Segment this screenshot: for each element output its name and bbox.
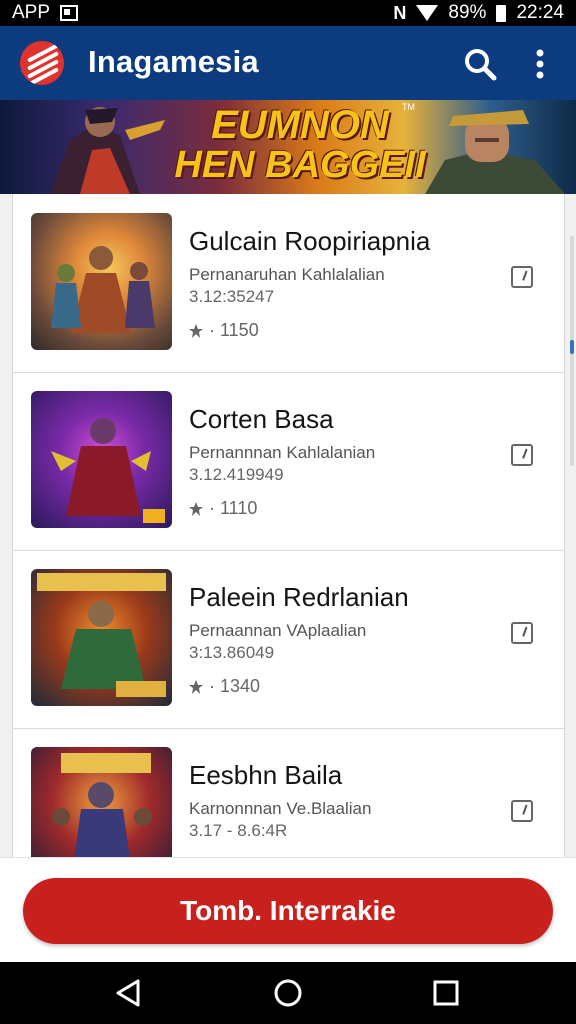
rating-icon: [189, 501, 203, 516]
status-app-label: APP: [12, 2, 51, 23]
list-item[interactable]: Gulcain Roopiriapnia Pernanaruhan Kahlal…: [13, 194, 564, 373]
wifi-icon: [416, 5, 439, 21]
list-item[interactable]: Eesbhn Baila Karnonnnan Ve.Blaalian 3.17…: [13, 728, 564, 857]
game-code: 3:13.86049: [189, 643, 275, 662]
game-code: 3.12.419949: [189, 465, 284, 484]
system-nav-bar: [0, 962, 576, 1024]
status-bar: APP N 89% 22:24: [0, 0, 576, 26]
game-stat-value: · 1150: [209, 320, 259, 340]
app-logo-icon: [20, 41, 64, 85]
game-stat: · 1110: [189, 498, 257, 519]
nav-home-button[interactable]: [270, 975, 306, 1011]
game-title: Eesbhn Baila: [189, 760, 343, 790]
home-icon: [274, 979, 302, 1007]
rating-icon: [189, 679, 203, 694]
game-thumbnail-squad: [31, 747, 172, 857]
game-title: Gulcain Roopiriapnia: [189, 226, 431, 256]
recents-icon: [433, 980, 459, 1006]
back-icon: [116, 979, 140, 1007]
nav-back-button[interactable]: [110, 975, 146, 1011]
search-icon: [465, 49, 497, 81]
game-stat: · 1340: [189, 676, 260, 697]
status-bar-left: APP: [12, 2, 79, 24]
select-checkbox[interactable]: [511, 444, 533, 466]
game-list[interactable]: Gulcain Roopiriapnia Pernanaruhan Kahlal…: [12, 194, 565, 857]
status-time: 22:24: [516, 2, 564, 23]
game-code: 3.17 - 8.6:4R: [189, 821, 288, 840]
list-item[interactable]: Paleein Redrlanian Pernaannan VAplaalian…: [13, 550, 564, 729]
game-thumbnail-warrior: [31, 391, 172, 528]
action-area: Tomb. Interrakie: [0, 857, 576, 963]
nav-recents-button[interactable]: [428, 975, 464, 1011]
game-stat: · 1150: [189, 320, 259, 341]
game-code: 3.12:35247: [189, 287, 275, 306]
game-thumbnail-brawler: [31, 569, 172, 706]
game-subtitle: Pernannnan Kahlalanian: [189, 443, 376, 462]
rating-icon: [189, 323, 203, 338]
list-item[interactable]: Corten Basa Pernannnan Kahlalanian 3.12.…: [13, 372, 564, 551]
primary-action-button[interactable]: Tomb. Interrakie: [23, 878, 553, 944]
game-title: Paleein Redrlanian: [189, 582, 409, 612]
app-title: Inagamesia: [88, 44, 259, 79]
game-thumbnail-heroes: [31, 213, 172, 350]
game-art-brawler-icon: [37, 573, 166, 697]
battery-icon: [496, 4, 507, 22]
game-subtitle: Pernanaruhan Kahlalalian: [189, 265, 385, 284]
game-art-heroes-icon: [51, 246, 155, 333]
more-vertical-icon: [536, 49, 544, 79]
game-art-warrior-icon: [51, 418, 165, 523]
banner-hero-right-image: [425, 110, 565, 194]
search-button[interactable]: [460, 44, 500, 84]
nfc-icon: N: [393, 2, 407, 23]
select-checkbox[interactable]: [511, 622, 533, 644]
game-art-squad-icon: [52, 753, 152, 857]
select-checkbox[interactable]: [511, 266, 533, 288]
game-subtitle: Karnonnnan Ve.Blaalian: [189, 799, 372, 818]
more-options-button[interactable]: [520, 44, 560, 84]
game-stat-value: · 1340: [209, 676, 261, 696]
status-bar-right: N 89% 22:24: [393, 2, 564, 24]
select-checkbox[interactable]: [511, 800, 533, 822]
battery-percent: 89%: [448, 2, 487, 23]
promo-banner[interactable]: EUMNON HEN BAGGEII TM: [0, 100, 576, 194]
app-bar: Inagamesia: [0, 26, 576, 100]
scrollbar-thumb[interactable]: [570, 340, 574, 354]
game-stat-value: · 1110: [209, 498, 258, 518]
game-title: Corten Basa: [189, 404, 334, 434]
image-notification-icon: [60, 5, 79, 21]
game-subtitle: Pernaannan VAplaalian: [189, 621, 367, 640]
